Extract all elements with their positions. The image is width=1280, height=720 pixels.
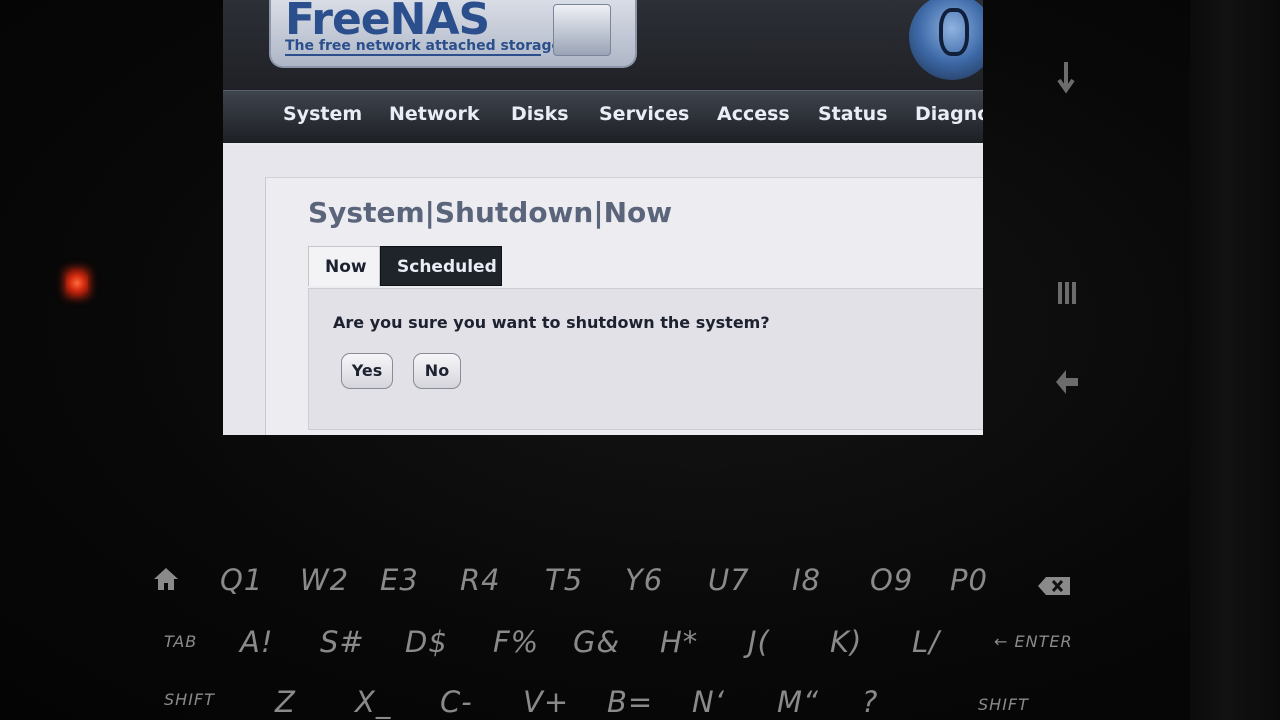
key-shift-right[interactable]: SHIFT [978, 695, 1029, 714]
key-k[interactable]: K) [830, 625, 862, 659]
globe-icon [909, 0, 983, 80]
tab-now[interactable]: Now [308, 246, 380, 286]
key-enter[interactable]: ← ENTER [994, 632, 1073, 651]
key-o[interactable]: O9 [870, 563, 913, 597]
key-y[interactable]: Y6 [625, 563, 663, 597]
key-t[interactable]: T5 [545, 563, 583, 597]
key-r[interactable]: R4 [460, 563, 501, 597]
key-q[interactable]: Q1 [220, 563, 263, 597]
key-f[interactable]: F% [493, 625, 539, 659]
key-a[interactable]: A! [240, 625, 273, 659]
tab-scheduled[interactable]: Scheduled [380, 246, 502, 286]
key-shift-left[interactable]: SHIFT [164, 690, 215, 709]
key-x[interactable]: X_ [355, 685, 391, 719]
key-l[interactable]: L/ [912, 625, 940, 659]
storage-box-icon [553, 4, 611, 56]
home-icon[interactable] [152, 565, 180, 599]
key-tab[interactable]: TAB [164, 632, 197, 651]
nav-item-status[interactable]: Status [818, 103, 888, 125]
back-arrow-icon[interactable] [1054, 368, 1080, 403]
no-button[interactable]: No [413, 353, 461, 389]
logo-underline [285, 54, 541, 56]
key-c[interactable]: C- [440, 685, 473, 719]
power-led [66, 270, 88, 296]
logo-tagline: The free network attached storage [285, 38, 561, 54]
enter-arrow-icon: ← [994, 632, 1009, 651]
key-u[interactable]: U7 [708, 563, 750, 597]
key-s[interactable]: S# [320, 625, 365, 659]
key-z[interactable]: Z [275, 685, 296, 719]
shutdown-confirm-box: Are you sure you want to shutdown the sy… [308, 288, 983, 430]
enter-label: ENTER [1014, 632, 1073, 651]
nav-item-access[interactable]: Access [717, 103, 790, 125]
key-i[interactable]: I8 [792, 563, 821, 597]
down-arrow-icon[interactable] [1056, 60, 1076, 103]
page-title: System|Shutdown|Now [308, 196, 673, 229]
key-h[interactable]: H* [660, 625, 698, 659]
nav-item-services[interactable]: Services [599, 103, 689, 125]
key-e[interactable]: E3 [380, 563, 419, 597]
key-b[interactable]: B= [607, 685, 653, 719]
key-p[interactable]: P0 [950, 563, 988, 597]
main-content: System|Shutdown|Now Now Scheduled Are yo… [223, 145, 983, 435]
key-question[interactable]: ? [862, 685, 878, 719]
shutdown-question: Are you sure you want to shutdown the sy… [333, 313, 770, 332]
key-g[interactable]: G& [573, 625, 620, 659]
freenas-logo[interactable]: FreeNAS The free network attached storag… [269, 0, 637, 68]
device-screen: FreeNAS The free network attached storag… [223, 0, 983, 435]
key-d[interactable]: D$ [405, 625, 448, 659]
key-n[interactable]: N‘ [692, 685, 725, 719]
right-bezel [1190, 0, 1280, 720]
menu-icon[interactable] [1056, 280, 1078, 313]
nav-item-disks[interactable]: Disks [511, 103, 569, 125]
top-nav: System Network Disks Services Access Sta… [223, 90, 983, 143]
key-j[interactable]: J( [748, 625, 770, 659]
nav-item-network[interactable]: Network [389, 103, 479, 125]
content-panel: System|Shutdown|Now Now Scheduled Are yo… [265, 177, 983, 435]
backspace-icon[interactable] [1036, 570, 1072, 604]
key-w[interactable]: W2 [300, 563, 349, 597]
key-m[interactable]: M“ [777, 685, 819, 719]
freenas-header: FreeNAS The free network attached storag… [223, 0, 983, 90]
nav-item-diagnostics[interactable]: Diagno [915, 103, 983, 125]
key-v[interactable]: V+ [523, 685, 569, 719]
yes-button[interactable]: Yes [341, 353, 393, 389]
nav-item-system[interactable]: System [283, 103, 362, 125]
